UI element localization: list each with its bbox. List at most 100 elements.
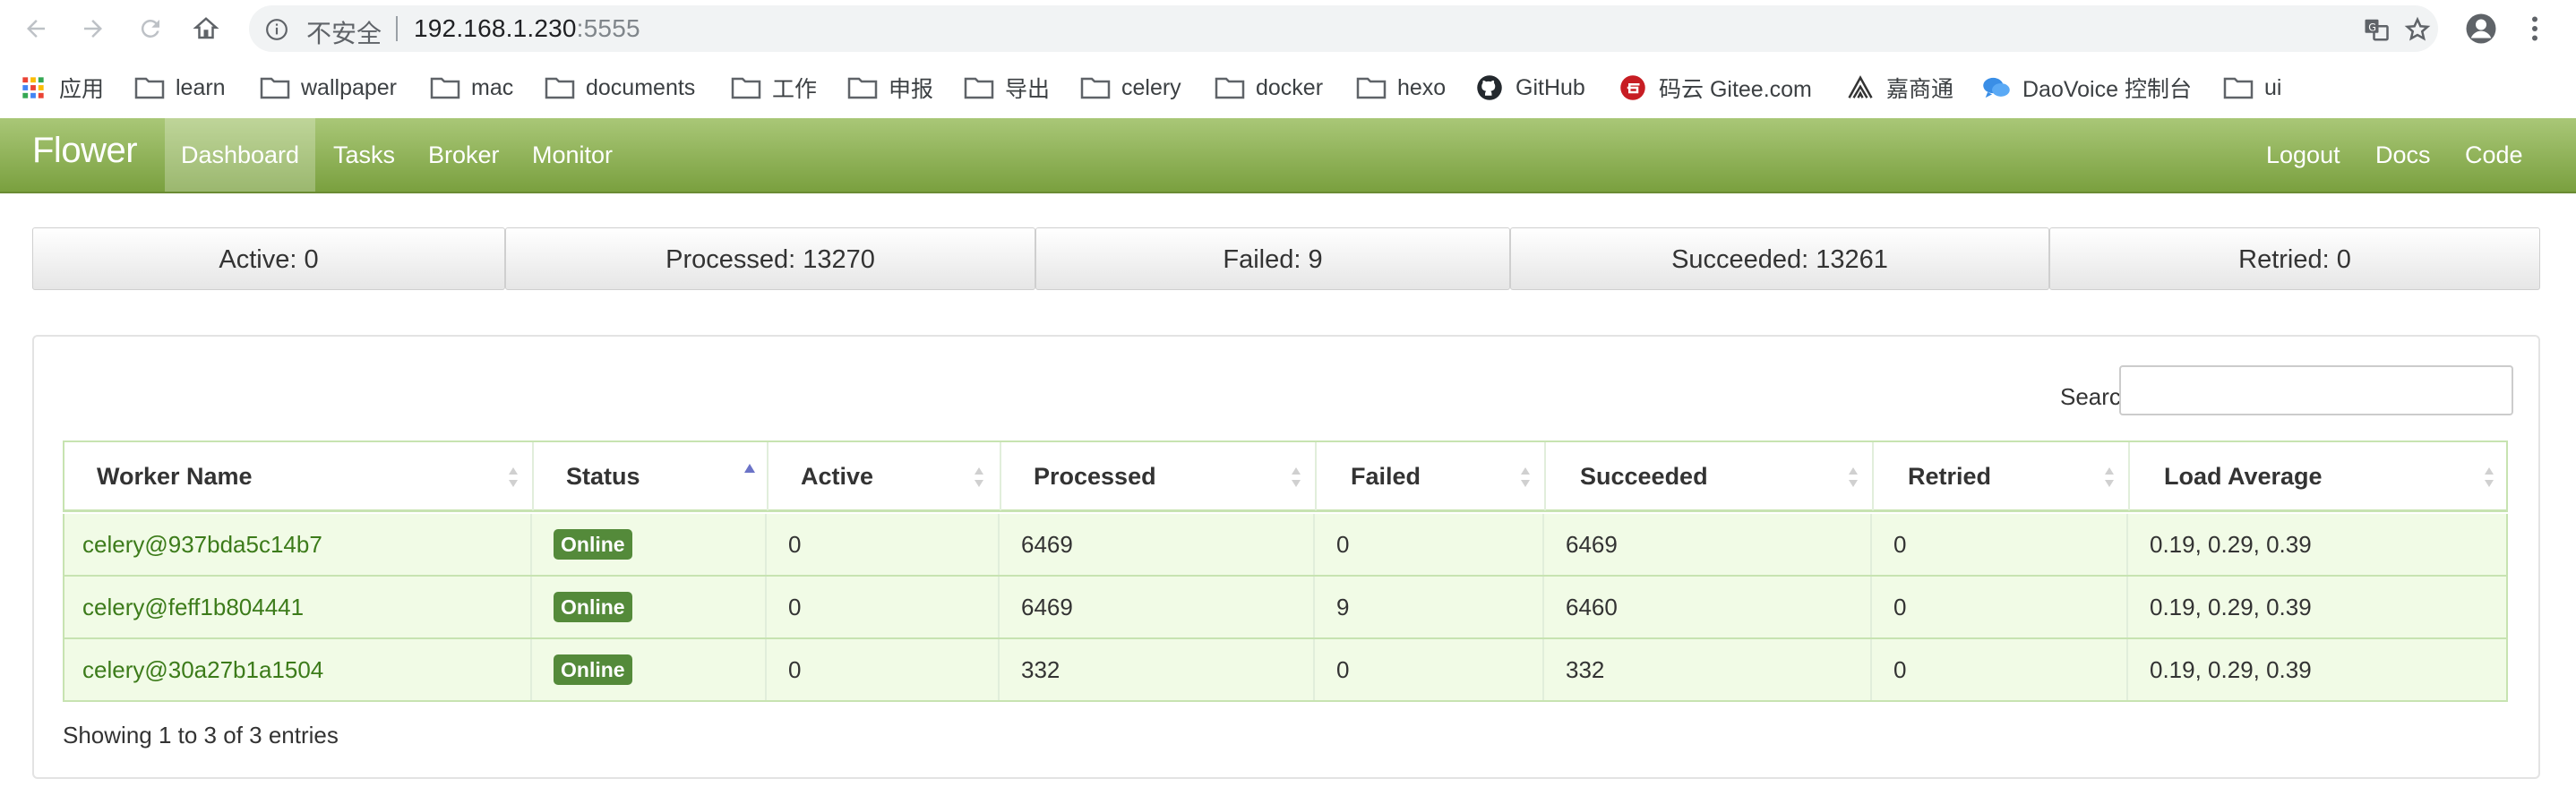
column-divider xyxy=(1313,577,1315,637)
column-divider xyxy=(530,514,532,575)
col-header-retried[interactable]: Retried xyxy=(1908,442,1991,510)
cell-load-average: 0.19, 0.29, 0.39 xyxy=(2150,594,2312,620)
folder-icon xyxy=(545,75,575,100)
search-input[interactable] xyxy=(2119,365,2513,415)
column-divider xyxy=(2126,514,2128,575)
apps-grid-icon xyxy=(18,75,48,100)
col-header-failed[interactable]: Failed xyxy=(1351,442,1421,510)
cell-load-average: 0.19, 0.29, 0.39 xyxy=(2150,531,2312,558)
url-text[interactable]: 192.168.1.230:5555 xyxy=(414,14,640,43)
bookmark-label: 导出 xyxy=(1005,77,1051,102)
cell-retried: 0 xyxy=(1893,656,1907,683)
folder-icon xyxy=(731,75,761,100)
table-row: celery@feff1b804441 Online 0 6469 9 6460… xyxy=(63,577,2508,639)
bookmark-folder-mac[interactable]: mac xyxy=(430,70,513,106)
col-header-load-average[interactable]: Load Average xyxy=(2164,442,2323,510)
column-divider xyxy=(2126,639,2128,700)
bookmark-folder-ui[interactable]: ui xyxy=(2223,70,2281,106)
sort-both-icon xyxy=(509,467,518,487)
reload-button[interactable] xyxy=(133,11,168,47)
cell-active: 0 xyxy=(788,656,802,683)
bookmark-label: hexo xyxy=(1397,74,1447,100)
bookmark-folder-export[interactable]: 导出 xyxy=(964,70,1050,106)
bookmark-folder-declare[interactable]: 申报 xyxy=(847,70,933,106)
folder-icon xyxy=(1356,75,1387,100)
nav-dashboard[interactable]: Dashboard xyxy=(165,118,315,192)
cell-load-average: 0.19, 0.29, 0.39 xyxy=(2150,656,2312,683)
mountain-logo-icon xyxy=(1845,75,1876,100)
stat-processed: Processed: 13270 xyxy=(505,227,1035,290)
cell-succeeded: 6460 xyxy=(1566,594,1618,620)
bookmark-label: 申报 xyxy=(889,77,934,102)
stat-retried: Retried: 0 xyxy=(2049,227,2540,290)
nav-docs[interactable]: Docs xyxy=(2375,118,2431,192)
home-button[interactable] xyxy=(188,11,224,47)
chat-bubble-icon xyxy=(1981,75,2012,100)
bookmark-folder-docker[interactable]: docker xyxy=(1215,70,1323,106)
stat-succeeded: Succeeded: 13261 xyxy=(1510,227,2049,290)
column-divider xyxy=(1542,577,1544,637)
folder-icon xyxy=(1215,75,1245,100)
sort-both-icon xyxy=(1849,467,1858,487)
worker-name-link[interactable]: celery@feff1b804441 xyxy=(82,577,304,637)
star-icon[interactable] xyxy=(2404,16,2431,43)
col-header-status[interactable]: Status xyxy=(566,442,640,510)
cell-failed: 0 xyxy=(1336,656,1350,683)
column-divider xyxy=(1313,514,1315,575)
cell-retried: 0 xyxy=(1893,531,1907,558)
column-divider xyxy=(530,639,532,700)
arrow-left-icon xyxy=(27,20,45,38)
info-icon[interactable] xyxy=(265,18,288,41)
column-divider xyxy=(1315,442,1317,510)
column-divider xyxy=(998,577,1000,637)
bookmark-label: 嘉商通 xyxy=(1886,77,1954,102)
bookmark-folder-hexo[interactable]: hexo xyxy=(1356,70,1446,106)
nav-logout[interactable]: Logout xyxy=(2266,118,2340,192)
bookmark-jiashangtong[interactable]: 嘉商通 xyxy=(1845,70,1953,106)
cell-processed: 332 xyxy=(1021,656,1060,683)
column-divider xyxy=(1870,514,1872,575)
folder-icon xyxy=(1080,75,1111,100)
home-icon xyxy=(193,17,219,39)
nav-tasks[interactable]: Tasks xyxy=(333,118,395,192)
cell-active: 0 xyxy=(788,531,802,558)
nav-monitor[interactable]: Monitor xyxy=(532,118,613,192)
worker-name-link[interactable]: celery@30a27b1a1504 xyxy=(82,639,323,700)
cell-succeeded: 332 xyxy=(1566,656,1605,683)
brand-logo[interactable]: Flower xyxy=(32,131,138,171)
bookmark-label: 工作 xyxy=(772,77,818,102)
bookmark-folder-wallpaper[interactable]: wallpaper xyxy=(260,70,397,106)
arrow-right-icon xyxy=(84,20,102,38)
bookmark-folder-work[interactable]: 工作 xyxy=(731,70,817,106)
bookmark-github[interactable]: GitHub xyxy=(1474,70,1585,106)
table-info: Showing 1 to 3 of 3 entries xyxy=(63,722,339,748)
profile-avatar-icon[interactable] xyxy=(2465,13,2497,45)
menu-dots-icon[interactable] xyxy=(2524,13,2546,45)
bookmark-label: documents xyxy=(586,74,696,100)
bookmark-folder-celery[interactable]: celery xyxy=(1080,70,1181,106)
worker-name-link[interactable]: celery@937bda5c14b7 xyxy=(82,514,322,575)
address-bar[interactable]: 不安全 192.168.1.230:5555 G xyxy=(249,5,2438,52)
nav-code[interactable]: Code xyxy=(2465,118,2523,192)
nav-broker[interactable]: Broker xyxy=(428,118,500,192)
bookmark-folder-learn[interactable]: learn xyxy=(134,70,226,106)
folder-icon xyxy=(134,75,165,100)
stat-failed: Failed: 9 xyxy=(1035,227,1510,290)
col-header-worker-name[interactable]: Worker Name xyxy=(97,442,253,510)
col-header-succeeded[interactable]: Succeeded xyxy=(1580,442,1708,510)
status-badge: Online xyxy=(554,592,632,622)
stats-summary: Active: 0 Processed: 13270 Failed: 9 Suc… xyxy=(32,227,2540,292)
bookmark-label: ui xyxy=(2264,74,2282,100)
col-header-active[interactable]: Active xyxy=(801,442,873,510)
bookmark-label: celery xyxy=(1121,74,1181,100)
bookmark-daovoice[interactable]: DaoVoice 控制台 xyxy=(1981,70,2192,106)
translate-icon[interactable]: G xyxy=(2363,16,2390,43)
back-button[interactable] xyxy=(18,11,54,47)
flower-navbar: Flower Dashboard Tasks Broker Monitor Lo… xyxy=(0,118,2576,193)
cell-failed: 9 xyxy=(1336,594,1350,620)
bookmark-apps[interactable]: 应用 xyxy=(18,70,104,106)
bookmark-gitee[interactable]: 码云 Gitee.com xyxy=(1618,70,1812,106)
bookmark-folder-documents[interactable]: documents xyxy=(545,70,695,106)
col-header-processed[interactable]: Processed xyxy=(1034,442,1156,510)
forward-button[interactable] xyxy=(75,11,111,47)
